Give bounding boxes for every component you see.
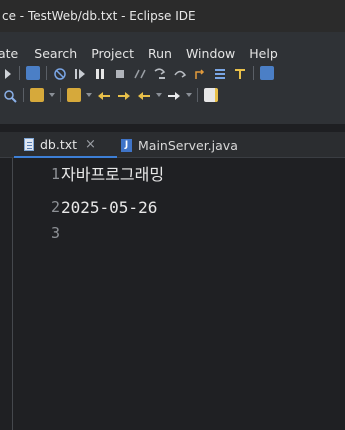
toolbar-separator [197,88,198,102]
forward-icon[interactable] [167,88,181,102]
chevron-down-icon[interactable] [86,93,92,97]
chevron-down-icon[interactable] [186,93,192,97]
nav-arrow-icon[interactable] [3,66,13,80]
step-return-icon[interactable] [193,66,207,80]
search-icon[interactable] [3,88,17,103]
chevron-down-icon[interactable] [49,93,55,97]
disconnect-icon[interactable] [133,66,147,80]
editor-line[interactable]: 3 [0,222,345,245]
menu-item-project[interactable]: Project [91,46,134,61]
close-icon[interactable]: × [85,137,96,152]
java-file-icon: J [121,138,132,152]
secondary-toolbar [0,84,345,106]
overflow-icon[interactable] [260,66,274,80]
list-icon[interactable] [26,66,40,80]
menu-item-window[interactable]: Window [186,46,235,61]
tab-db-txt[interactable]: db.txt × [14,132,117,158]
previous-annotation-icon[interactable] [97,88,111,102]
editor-line[interactable]: 2 2025-05-26 [0,196,345,219]
suspend-icon[interactable] [93,66,107,80]
terminate-icon[interactable] [113,66,127,80]
line-text[interactable]: 자바프로그래밍 [61,163,164,186]
toolbar-separator [23,88,24,102]
toolbar-spacer [0,106,345,124]
toolbar-separator [19,66,20,80]
menu-item-help[interactable]: Help [249,46,278,61]
tab-label: db.txt [40,136,78,152]
menu-item-search[interactable]: Search [34,46,77,61]
debug-icon[interactable] [53,66,67,80]
toolbar-separator [46,66,47,80]
new-task-icon[interactable] [204,88,218,102]
window-chrome-strip [0,32,345,44]
tab-label: MainServer.java [138,137,238,153]
line-number: 2 [50,198,60,216]
step-over-icon[interactable] [173,66,187,80]
use-step-filters-icon[interactable] [233,66,247,80]
menu-bar: ate Search Project Run Window Help [0,44,345,62]
tab-mainserver-java[interactable]: J MainServer.java [121,132,238,158]
drop-to-frame-icon[interactable] [213,66,227,80]
toolbar-separator [253,66,254,80]
text-file-icon [24,137,34,151]
menu-item-navigate[interactable]: ate [0,46,18,61]
toolbar-separator [60,88,61,102]
next-edit-icon[interactable] [117,88,131,102]
next-annotation-icon[interactable] [67,88,81,102]
line-number: 1 [50,165,60,183]
editor-line[interactable]: 1 자바프로그래밍 [0,163,345,186]
menu-item-run[interactable]: Run [148,46,172,61]
resume-icon[interactable] [73,66,87,80]
open-type-icon[interactable] [30,88,44,102]
chevron-down-icon[interactable] [156,93,162,97]
line-text[interactable]: 2025-05-26 [61,196,157,219]
main-toolbar [0,62,345,84]
editor-tab-bar: db.txt × J MainServer.java [0,132,345,158]
line-number: 3 [50,224,60,242]
window-title: ce - TestWeb/db.txt - Eclipse IDE [0,0,345,32]
step-into-icon[interactable] [153,66,167,80]
back-icon[interactable] [137,88,151,102]
